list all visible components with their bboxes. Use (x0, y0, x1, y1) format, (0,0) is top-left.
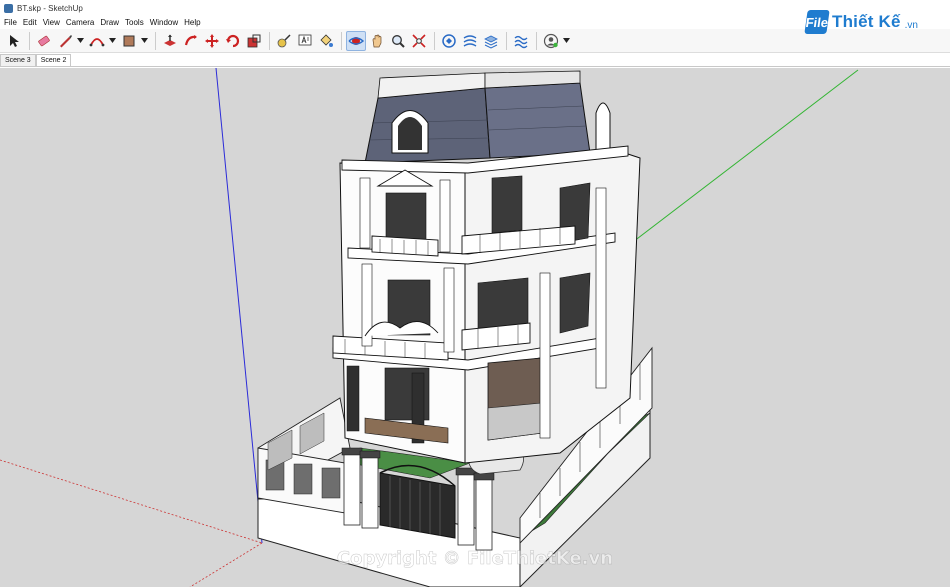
sketchup-window: BT.skp - SketchUp File Edit View Camera … (0, 0, 950, 587)
rotate-tool-button[interactable] (223, 31, 243, 51)
text-tool-button[interactable] (295, 31, 315, 51)
logo-suffix: .vn (904, 19, 918, 31)
toolbar-separator (536, 31, 537, 50)
toolbar-separator (155, 31, 156, 50)
model-viewport[interactable]: Copyright © FileThietKe.vn (0, 68, 950, 587)
shape-tool-button[interactable] (119, 31, 139, 51)
logo-text: Thiết Kế (831, 12, 901, 31)
warehouse-icon (442, 33, 456, 48)
sandbox-icon (514, 35, 528, 48)
move-tool-icon (205, 33, 219, 48)
orbit-tool-button[interactable] (346, 30, 366, 51)
menu-view[interactable]: View (41, 18, 64, 27)
extension-warehouse-icon (463, 34, 477, 47)
account-icon (543, 33, 559, 48)
toolbar-separator (29, 31, 30, 50)
menu-edit[interactable]: Edit (21, 18, 41, 27)
menu-help[interactable]: Help (182, 18, 204, 27)
follow-me-tool-button[interactable] (181, 31, 201, 51)
arc-tool-icon (89, 37, 105, 46)
tab-scene-3[interactable]: Scene 3 (0, 54, 36, 66)
eraser-tool-icon (38, 35, 50, 46)
eraser-tool-button[interactable] (34, 31, 54, 51)
toolbar-separator (341, 31, 342, 50)
chevron-down-icon (140, 38, 148, 43)
follow-me-tool-icon (184, 34, 197, 45)
push-pull-tool-button[interactable] (160, 31, 180, 51)
tape-measure-tool-icon (277, 33, 291, 47)
chevron-down-icon (562, 38, 570, 43)
front-dormer-window (398, 117, 422, 150)
arc-tool-button[interactable] (87, 31, 107, 51)
zoom-tool-button[interactable] (388, 31, 408, 51)
model-canvas (0, 68, 859, 587)
toolbar-separator (434, 31, 435, 50)
sketchup-app-icon (4, 3, 13, 13)
scene-tabs: Scene 3 Scene 2 (0, 53, 950, 67)
account-caret[interactable] (562, 31, 570, 51)
sandbox-button[interactable] (511, 31, 531, 51)
chevron-down-icon (108, 38, 116, 43)
select-tool-icon (10, 34, 19, 47)
shape-tool-caret[interactable] (140, 31, 148, 51)
paint-bucket-tool-button[interactable] (316, 31, 336, 51)
zoom-extents-tool-icon (412, 33, 426, 48)
green-axis-line (611, 69, 859, 259)
extension-warehouse-button[interactable] (460, 31, 480, 51)
scale-tool-button[interactable] (244, 31, 264, 51)
red-axis-line-lower (189, 542, 263, 587)
mansard-roof-side (484, 82, 591, 159)
menu-window[interactable]: Window (148, 18, 182, 27)
scale-tool-icon (247, 34, 261, 47)
zoom-extents-tool-button[interactable] (409, 31, 429, 51)
toolbar-separator (506, 31, 507, 50)
menu-tools[interactable]: Tools (123, 18, 148, 27)
layers-button[interactable] (481, 31, 501, 51)
arc-tool-caret[interactable] (108, 31, 116, 51)
tab-scene-2[interactable]: Scene 2 (35, 54, 72, 66)
tape-measure-tool-button[interactable] (274, 31, 294, 51)
side-dormer (595, 102, 611, 154)
pan-tool-button[interactable] (367, 31, 387, 51)
blue-axis-line (215, 68, 263, 544)
line-tool-button[interactable] (55, 31, 75, 51)
pan-tool-icon (372, 34, 382, 47)
toolbar-separator (269, 31, 270, 50)
account-button[interactable] (541, 31, 561, 51)
select-tool-button[interactable] (4, 31, 24, 51)
window-title: BT.skp - SketchUp (17, 3, 83, 13)
orbit-tool-icon (348, 36, 364, 45)
warehouse-button[interactable] (439, 31, 459, 51)
push-pull-tool-icon (164, 34, 176, 46)
menu-draw[interactable]: Draw (98, 18, 123, 27)
red-axis-line (0, 459, 263, 544)
menu-camera[interactable]: Camera (64, 18, 98, 27)
filethietke-logo: File Thiết Kế .vn (804, 10, 918, 34)
move-tool-button[interactable] (202, 31, 222, 51)
line-tool-icon (60, 34, 72, 47)
text-tool-icon (298, 34, 312, 45)
chevron-down-icon (76, 38, 84, 43)
logo-mark: File (804, 10, 830, 34)
line-tool-caret[interactable] (76, 31, 84, 51)
paint-bucket-tool-icon (320, 33, 333, 47)
shape-tool-icon (123, 35, 135, 46)
rotate-tool-icon (226, 34, 240, 47)
layers-icon (484, 35, 498, 49)
menu-file[interactable]: File (2, 18, 21, 27)
zoom-tool-icon (392, 34, 405, 48)
